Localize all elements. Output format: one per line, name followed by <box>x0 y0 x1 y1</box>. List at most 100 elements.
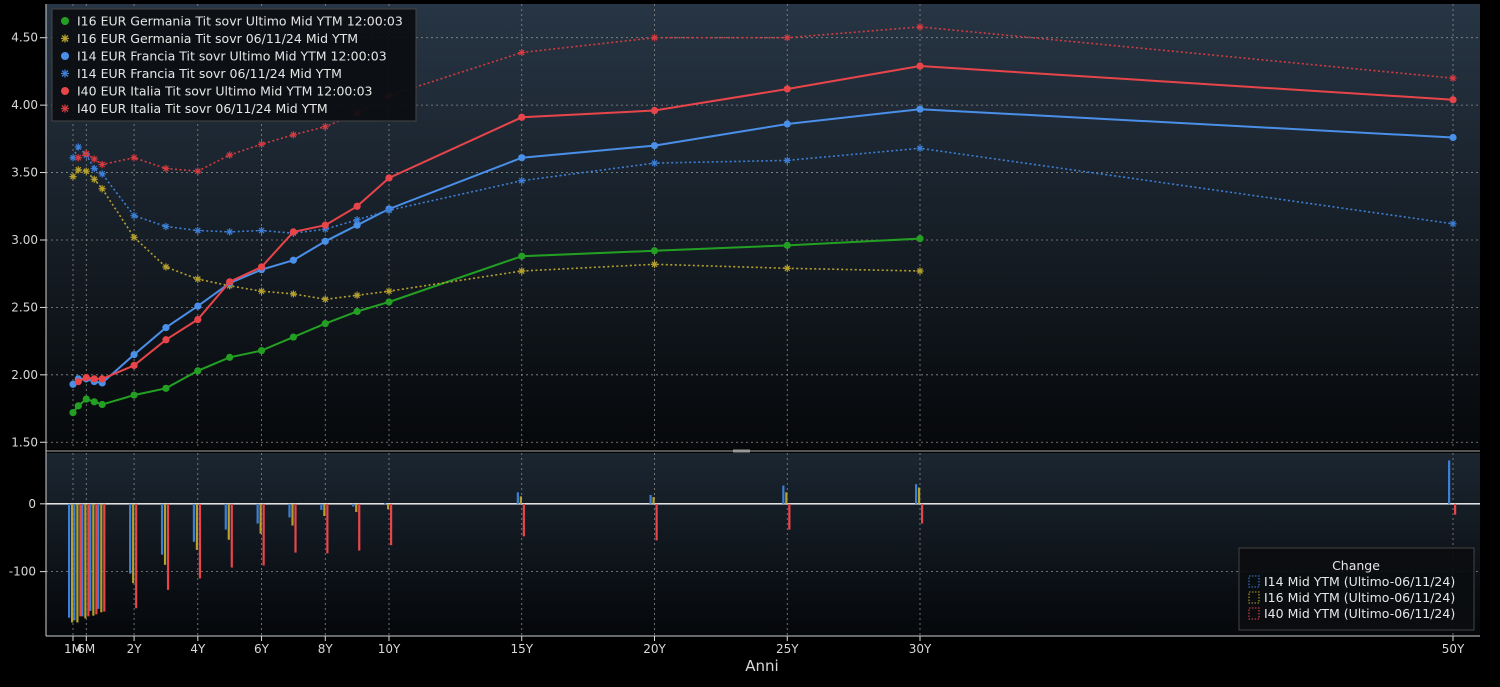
data-point-star <box>257 287 266 295</box>
bottom-legend-title: Change <box>1332 558 1380 573</box>
x-tick-label: 50Y <box>1442 642 1465 656</box>
change-bar <box>79 503 82 617</box>
data-point-star <box>916 267 924 275</box>
data-point <box>289 333 298 341</box>
change-bar <box>84 503 87 619</box>
data-point <box>353 307 361 316</box>
data-point <box>162 324 170 332</box>
data-point <box>518 252 526 260</box>
x-tick-label: 20Y <box>643 642 666 656</box>
data-point-star <box>226 228 234 236</box>
data-point <box>783 241 791 249</box>
change-bar <box>73 503 76 621</box>
data-point <box>518 113 526 121</box>
legend-entry: I14 Mid YTM (Ultimo-06/11/24) <box>1264 574 1455 589</box>
y-tick-label: 1.50 <box>11 435 38 449</box>
data-point <box>98 375 106 383</box>
data-point-star <box>226 151 234 159</box>
data-point <box>518 154 526 162</box>
data-point <box>916 105 924 113</box>
change-bar <box>358 503 361 551</box>
x-axis-title: Anni <box>745 657 778 675</box>
data-point-star <box>90 155 98 163</box>
data-point-star <box>98 170 106 178</box>
data-point <box>98 400 106 409</box>
data-point-star <box>90 164 98 173</box>
data-point-star <box>518 177 526 185</box>
data-point-star <box>162 263 170 271</box>
data-point <box>321 221 329 229</box>
data-point <box>1449 96 1457 104</box>
legend-entry: I14 EUR Francia Tit sovr 06/11/24 Mid YT… <box>77 66 342 81</box>
data-point-star <box>74 166 82 174</box>
legend-entry: I40 Mid YTM (Ultimo-06/11/24) <box>1264 606 1455 621</box>
data-point-star <box>650 34 659 42</box>
y-tick-label: -100 <box>9 565 36 579</box>
x-tick-label: 6M <box>77 642 95 656</box>
y-tick-label: 0 <box>28 497 36 511</box>
change-bar <box>71 503 74 623</box>
legend-marker <box>61 69 69 78</box>
change-bar <box>320 503 323 510</box>
change-bar <box>135 503 138 609</box>
change-bar <box>160 503 164 555</box>
data-point-star <box>98 160 106 169</box>
change-bar <box>192 503 196 542</box>
data-point-star <box>518 48 526 57</box>
change-bar <box>918 487 921 504</box>
change-bar <box>87 503 90 617</box>
change-bar <box>921 503 924 524</box>
legend-entry: I40 EUR Italia Tit sovr Ultimo Mid YTM 1… <box>77 84 373 99</box>
bottom-legend: Change I14 Mid YTM (Ultimo-06/11/24)I16 … <box>1238 547 1475 631</box>
change-bar <box>92 503 95 616</box>
data-point-star <box>1449 220 1457 228</box>
x-tick-label: 10Y <box>378 642 401 656</box>
change-bar <box>1454 503 1457 515</box>
change-bar <box>81 503 84 617</box>
data-point <box>74 377 82 386</box>
data-point <box>916 235 924 243</box>
change-bar <box>519 496 522 504</box>
change-bar <box>129 503 132 574</box>
change-bar <box>166 503 170 590</box>
data-point <box>226 353 234 361</box>
data-point <box>1449 133 1457 142</box>
x-tick-label: 15Y <box>510 642 533 656</box>
data-point <box>321 319 329 328</box>
y-tick-label: 4.50 <box>11 31 38 45</box>
change-bar <box>89 503 92 611</box>
change-bar <box>259 503 262 534</box>
change-bar <box>256 503 259 524</box>
data-point-star <box>289 131 298 139</box>
change-bar <box>227 503 230 540</box>
data-point-star <box>82 167 90 175</box>
data-point-star <box>518 267 526 275</box>
change-bar <box>782 485 785 504</box>
data-point <box>650 106 659 115</box>
change-bar <box>522 503 525 537</box>
x-tick-label: 30Y <box>909 642 932 656</box>
data-point <box>162 384 170 392</box>
data-point-star <box>257 226 266 235</box>
data-point-star <box>321 123 329 131</box>
legend-entry: I16 EUR Germania Tit sovr Ultimo Mid YTM… <box>77 14 403 29</box>
legend-entry: I14 EUR Francia Tit sovr Ultimo Mid YTM … <box>77 49 387 64</box>
change-bar <box>785 492 788 504</box>
data-point-star <box>289 290 298 298</box>
change-bar <box>352 503 355 507</box>
change-bar <box>95 503 98 615</box>
data-point <box>783 120 791 128</box>
x-tick-label: 8Y <box>318 642 334 656</box>
data-point <box>130 391 138 399</box>
legend-marker <box>61 17 69 25</box>
change-bar <box>132 503 135 584</box>
data-point <box>257 346 266 355</box>
legend-entry: I16 EUR Germania Tit sovr 06/11/24 Mid Y… <box>77 31 358 46</box>
change-bar <box>649 495 652 504</box>
data-point <box>74 402 82 410</box>
x-tick-label: 6Y <box>254 642 270 656</box>
change-bar <box>655 503 658 541</box>
legend-entry: I16 Mid YTM (Ultimo-06/11/24) <box>1264 590 1455 605</box>
x-tick-label: 2Y <box>127 642 143 656</box>
change-bar <box>198 503 202 579</box>
